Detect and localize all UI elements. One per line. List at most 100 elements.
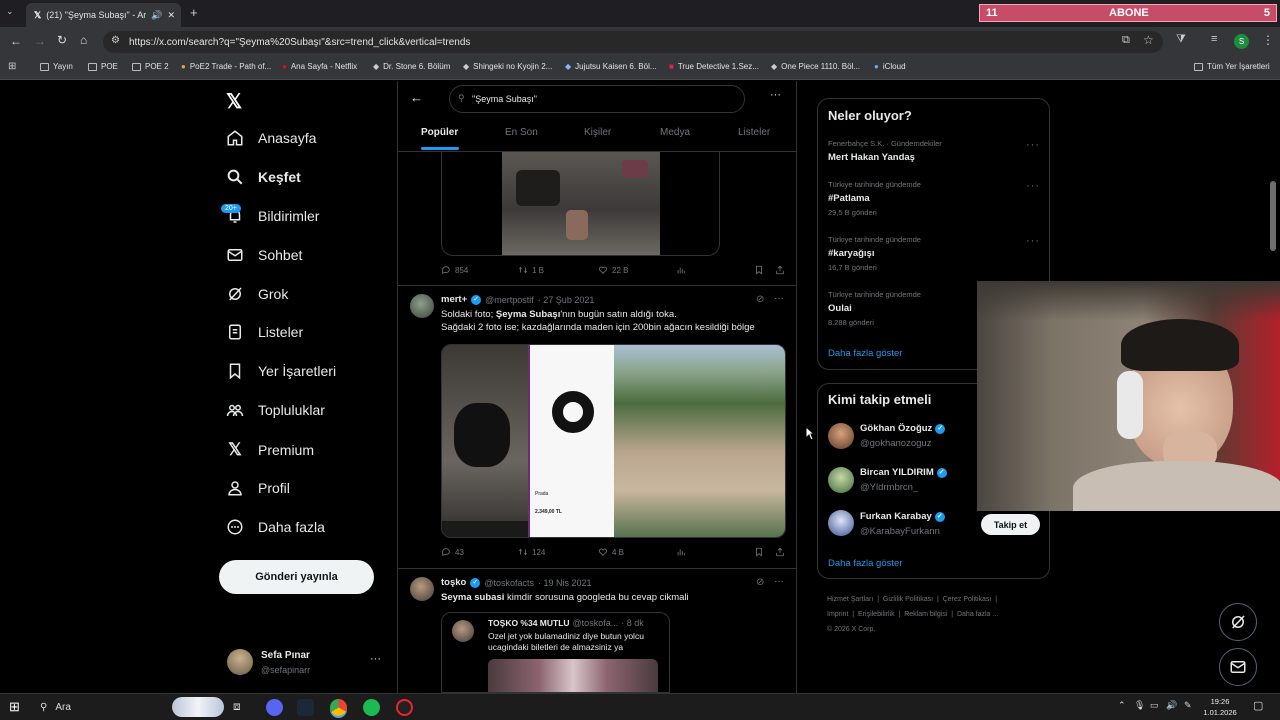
footer-link[interactable]: Gizlilik Politikası [883,596,933,603]
trend-item[interactable]: Türkiye tarihinde gündemde #Patlama 29,5… [828,180,1038,217]
network-icon[interactable]: ▭ [1150,700,1159,711]
retweet-action[interactable]: 1 B [518,265,544,275]
profile-avatar[interactable]: S [1234,34,1249,49]
trend-more-icon[interactable]: ··· [1026,180,1040,192]
footer-link[interactable]: Çerez Politikası [943,596,992,603]
nav-bookmarks[interactable]: Yer İşaretleri [226,362,336,380]
tweet-date[interactable]: · 27 Şub 2021 [538,295,595,305]
search-options-icon[interactable]: ··· [770,89,781,101]
home-icon[interactable]: ⌂ [80,33,87,47]
trend-more-icon[interactable]: ··· [1026,139,1040,151]
bookmark-action[interactable] [754,265,764,275]
user-avatar[interactable] [227,649,253,675]
steam-icon[interactable] [297,699,314,716]
follow-avatar[interactable] [828,423,854,449]
tweet-date[interactable]: · 19 Nis 2021 [538,578,592,588]
audio-icon[interactable]: 🔊 [151,10,162,21]
task-view-icon[interactable]: ⧈ [233,699,241,714]
new-tab-icon[interactable]: + [190,5,198,20]
retweet-action[interactable]: 124 [518,547,545,557]
quoted-tweet[interactable]: TOŞKO %34 MUTLU @toskofa... · 8 dk Ozel … [441,612,670,693]
trends-show-more[interactable]: Daha fazla göster [828,348,902,359]
discord-icon[interactable] [266,699,283,716]
forward-icon[interactable]: → [34,34,46,48]
bookmark-item[interactable]: ● iCloud [874,62,906,71]
like-action[interactable]: 22 B [598,265,628,275]
footer-link[interactable]: Erişilebilirlik [858,611,895,618]
microphone-icon[interactable]: 🎙 [1134,700,1145,711]
media-icon[interactable]: ≡ [1211,33,1217,45]
bookmark-item[interactable]: ◆ One Piece 1110. Böl... [771,62,860,71]
share-action[interactable] [775,265,785,275]
share-action[interactable] [775,547,785,557]
bookmark-action[interactable] [754,547,764,557]
tray-chevron-icon[interactable]: ⌃ [1118,700,1126,711]
follow-user-row[interactable]: Gökhan Özoğuz ✓ [860,423,946,434]
bookmark-item[interactable]: ● Ana Sayfa - Netflix [282,62,357,71]
bookmark-star-icon[interactable]: ☆ [1143,33,1154,47]
post-button[interactable]: Gönderi yayınla [219,560,374,594]
tweet-author-handle[interactable]: @mertpostif [485,295,534,305]
back-icon[interactable]: ← [10,34,22,48]
follow-user-row[interactable]: Bircan YILDIRIM ✓ [860,467,947,478]
bookmark-item[interactable]: ● PoE2 Trade - Path of... [181,62,271,71]
close-tab-icon[interactable]: ✕ [167,10,175,21]
reload-icon[interactable]: ↻ [57,33,67,47]
footer-link[interactable]: Hizmet Şartları [827,596,873,603]
tweet-avatar[interactable] [410,577,434,601]
site-info-icon[interactable]: ⚙ [111,35,120,46]
tab-lists[interactable]: Listeler [738,127,770,138]
nav-grok[interactable]: Grok [226,285,288,303]
x-logo-icon[interactable]: 𝕏 [226,89,242,114]
page-scrollbar[interactable] [1270,181,1276,251]
tab-media[interactable]: Medya [660,127,690,138]
bookmark-item[interactable]: Yayın [40,62,73,71]
tweet-image-grid[interactable]: Prada 2.349,00 TL [441,344,786,538]
tab-list-icon[interactable]: ⌄ [6,6,14,17]
obs-icon[interactable] [396,699,413,716]
notification-center-icon[interactable]: ▢ [1253,699,1263,712]
tab-latest[interactable]: En Son [505,127,538,138]
tab-popular[interactable]: Popüler [421,127,458,138]
bookmark-item[interactable]: ■ True Detective 1.Sez... [669,62,759,71]
all-bookmarks[interactable]: Tüm Yer İşaretleri [1194,62,1270,71]
extensions-icon[interactable]: ⧩ [1176,33,1186,46]
chrome-icon[interactable] [330,699,347,716]
nav-lists[interactable]: Listeler [226,323,303,341]
nav-profile[interactable]: Profil [226,479,290,497]
tweet-avatar[interactable] [410,294,434,318]
follow-show-more[interactable]: Daha fazla göster [828,558,902,569]
trend-item[interactable]: Türkiye tarihinde gündemde Oulai 8.288 g… [828,290,978,327]
footer-link[interactable]: Imprint [827,611,848,618]
views-action[interactable] [676,265,686,275]
tweet-author-name[interactable]: toşko [441,577,466,588]
volume-icon[interactable]: 🔊 [1166,700,1177,711]
messages-float-button[interactable] [1219,648,1257,686]
grok-float-button[interactable] [1219,603,1257,641]
account-menu-icon[interactable]: ··· [370,653,381,665]
tweet-author-name[interactable]: mert+ [441,294,467,305]
nav-communities[interactable]: Topluluklar [226,401,325,419]
trend-item[interactable]: Türkiye tarihinde gündemde #karyağışı 16… [828,235,1038,272]
follow-user-row[interactable]: Furkan Karabay ✓ [860,511,945,522]
spotify-icon[interactable] [363,699,380,716]
tweet-more-icon[interactable]: ··· [774,576,784,587]
tweet-media[interactable] [441,152,720,256]
tab-people[interactable]: Kişiler [584,127,611,138]
nav-home[interactable]: Anasayfa [226,129,316,147]
install-icon[interactable]: ⧉ [1122,34,1130,47]
bookmark-item[interactable]: POE 2 [132,62,169,71]
reply-action[interactable]: 854 [441,265,468,275]
footer-link[interactable]: Daha fazla ... [957,611,998,618]
browser-tab[interactable]: 𝕏 (21) "Şeyma Subaşı" - Aram 🔊 ✕ [26,3,181,27]
grok-analyze-icon[interactable]: ⊘ [756,294,764,305]
bookmark-item[interactable]: POE [88,62,118,71]
windows-start-icon[interactable]: ⊞ [9,699,20,715]
url-input[interactable]: ⚙ https://x.com/search?q="Şeyma%20Subaşı… [103,31,1163,53]
pen-icon[interactable]: ✎ [1184,700,1192,711]
clock[interactable]: 19:26 1.01.2026 [1200,696,1240,718]
back-arrow-icon[interactable]: ← [410,90,423,105]
bookmark-item[interactable]: ◆ Jujutsu Kaisen 6. Böl... [565,62,657,71]
bookmark-item[interactable]: ◆ Dr. Stone 6. Bölüm [373,62,450,71]
views-action[interactable] [676,547,686,557]
